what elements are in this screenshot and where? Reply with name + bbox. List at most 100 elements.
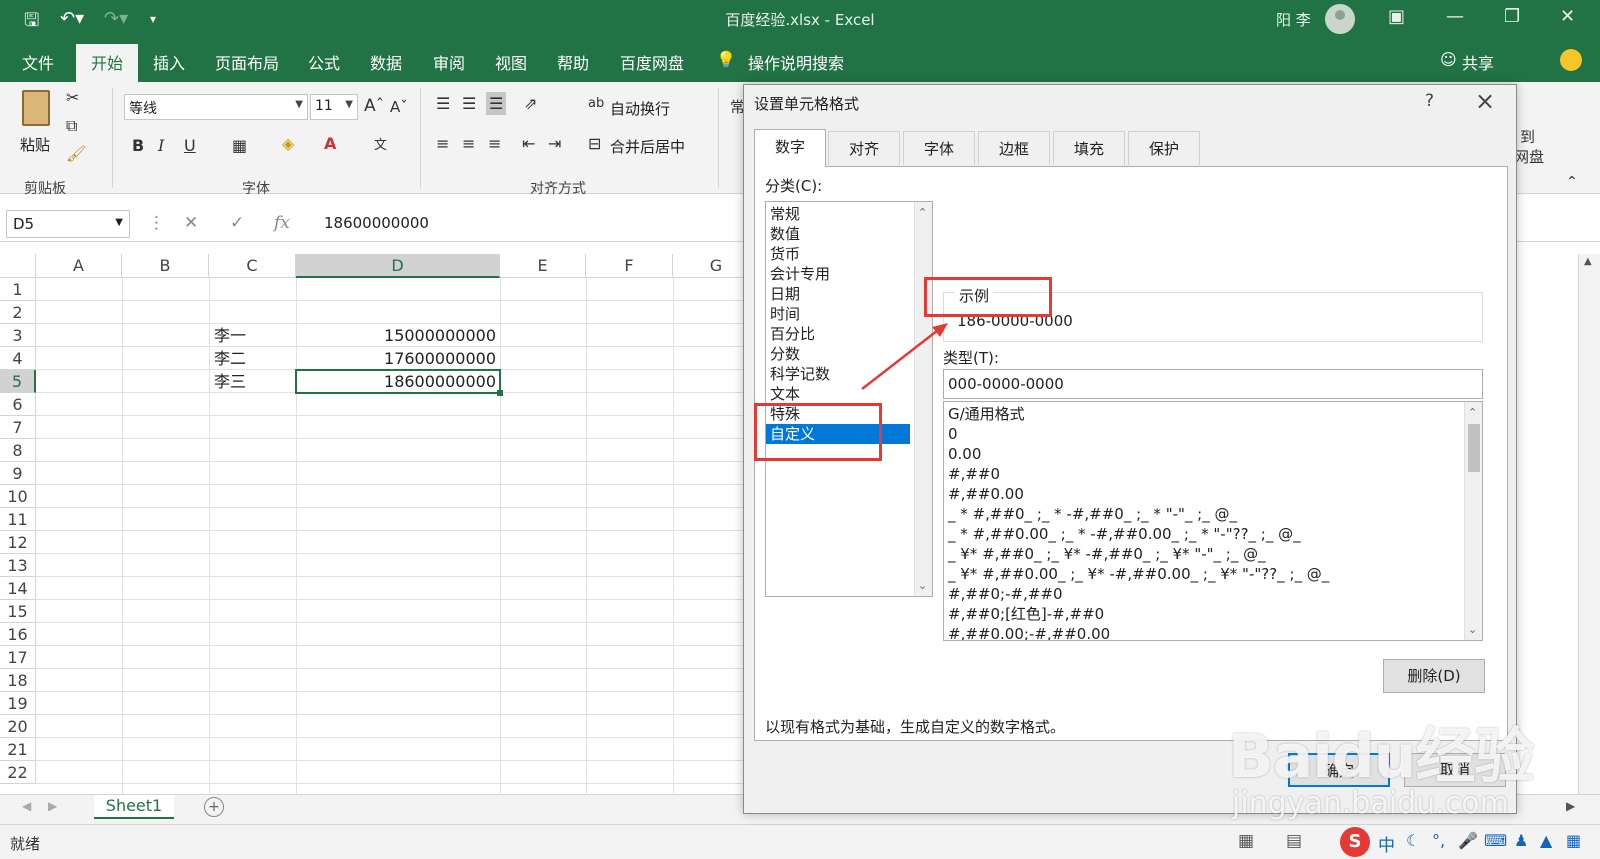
grid-apps-icon[interactable]: ▦ [1566, 831, 1581, 850]
tab-view[interactable]: 视图 [495, 50, 527, 74]
user-group-icon[interactable]: ♟ [1514, 831, 1528, 850]
row-header[interactable]: 19 [0, 692, 36, 715]
paste-button[interactable]: 粘贴 [18, 88, 58, 163]
copy-icon[interactable]: ⧉ [66, 116, 77, 136]
decrease-font-icon[interactable]: Aˇ [390, 98, 408, 116]
keyboard-icon[interactable]: ⌨ [1484, 831, 1507, 850]
row-header[interactable]: 8 [0, 439, 36, 462]
format-code-list[interactable]: G/通用格式 0 0.00 #,##0 #,##0.00 _ * #,##0_ ;_ * … [943, 401, 1483, 641]
add-sheet-icon[interactable]: + [204, 797, 224, 817]
row-header[interactable]: 21 [0, 738, 36, 761]
tab-number[interactable]: 数字 [754, 129, 827, 167]
row-header[interactable]: 22 [0, 761, 36, 784]
border-icon[interactable]: ▦ [232, 136, 247, 155]
tab-insert[interactable]: 插入 [153, 50, 185, 74]
row-header[interactable]: 17 [0, 646, 36, 669]
row-header[interactable]: 9 [0, 462, 36, 485]
share-button[interactable]: 共享 [1462, 50, 1494, 74]
column-header[interactable]: F [586, 254, 673, 278]
tab-home[interactable]: 开始 [76, 44, 139, 82]
increase-indent-icon[interactable]: ⇥ [548, 134, 561, 153]
phonetic-icon[interactable]: 文 [374, 134, 387, 153]
tab-review[interactable]: 审阅 [433, 50, 465, 74]
bold-icon[interactable]: B [132, 136, 144, 155]
user-name[interactable]: 阳 李 [1276, 9, 1311, 30]
align-center-icon[interactable]: ≡ [462, 134, 475, 153]
font-color-icon[interactable]: A [324, 134, 336, 153]
row-header[interactable]: 13 [0, 554, 36, 577]
sogou-ime-icon[interactable]: S [1340, 827, 1370, 857]
align-top-icon[interactable]: ☰ [436, 94, 450, 113]
format-code-item[interactable]: _ * #,##0_ ;_ * -#,##0_ ;_ * "-"_ ;_ @_ [944, 504, 1482, 524]
row-header[interactable]: 1 [0, 278, 36, 301]
next-sheet-icon[interactable]: ▶ [48, 799, 57, 813]
increase-font-icon[interactable]: Aˆ [364, 96, 384, 116]
tab-baidu-netdisk[interactable]: 百度网盘 [620, 50, 684, 74]
row-header[interactable]: 3 [0, 324, 36, 347]
scroll-down-icon[interactable]: ⌄ [918, 579, 927, 592]
format-code-item[interactable]: _ * #,##0.00_ ;_ * -#,##0.00_ ;_ * "-"??… [944, 524, 1482, 544]
scroll-right-icon[interactable]: ▶ [1566, 799, 1575, 813]
cell-C5[interactable]: 李三 [214, 370, 294, 393]
enter-icon[interactable]: ✓ [230, 213, 244, 233]
tab-formulas[interactable]: 公式 [308, 50, 340, 74]
font-size-combo[interactable]: 11 ▼ [310, 94, 358, 120]
align-bottom-icon[interactable]: ☰ [486, 92, 507, 115]
row-header[interactable]: 10 [0, 485, 36, 508]
scrollbar-thumb[interactable] [1468, 424, 1480, 472]
formula-input[interactable]: 18600000000 [324, 214, 429, 232]
format-code-item[interactable]: #,##0.00;-#,##0.00 [944, 624, 1482, 640]
ribbon-display-icon[interactable]: ▣ [1388, 6, 1405, 27]
column-header[interactable]: C [209, 254, 296, 278]
column-header[interactable]: A [36, 254, 122, 278]
row-header[interactable]: 20 [0, 715, 36, 738]
row-header[interactable]: 16 [0, 623, 36, 646]
tab-font[interactable]: 字体 [903, 131, 976, 165]
scroll-up-icon[interactable]: ⌃ [918, 206, 927, 219]
scroll-down-icon[interactable]: ⌄ [1468, 623, 1477, 636]
category-item[interactable]: 日期 [766, 284, 932, 304]
align-left-icon[interactable]: ≡ [436, 134, 449, 153]
font-name-combo[interactable]: 等线 ▼ [124, 94, 308, 120]
shirt-icon[interactable]: ▲ [1540, 831, 1552, 850]
column-header[interactable]: D [296, 254, 500, 278]
row-header[interactable]: 7 [0, 416, 36, 439]
italic-icon[interactable]: I [158, 136, 164, 155]
tab-help[interactable]: 帮助 [557, 50, 589, 74]
prev-sheet-icon[interactable]: ◀ [22, 799, 31, 813]
normal-view-icon[interactable]: ▦ [1238, 831, 1254, 851]
tab-protection[interactable]: 保护 [1128, 131, 1201, 165]
tell-me-search[interactable]: 操作说明搜索 [748, 50, 844, 74]
cancel-icon[interactable]: ✕ [184, 213, 198, 233]
category-item[interactable]: 货币 [766, 244, 932, 264]
tab-fill[interactable]: 填充 [1053, 131, 1126, 165]
cut-icon[interactable]: ✂ [66, 88, 79, 107]
underline-icon[interactable]: U [184, 136, 196, 155]
feedback-smiley-icon[interactable] [1560, 49, 1582, 71]
decrease-indent-icon[interactable]: ⇤ [522, 134, 535, 153]
format-scrollbar[interactable]: ⌃ ⌄ [1464, 402, 1482, 640]
column-header[interactable]: E [500, 254, 586, 278]
format-code-item[interactable]: #,##0;[红色]-#,##0 [944, 604, 1482, 624]
format-code-item[interactable]: 0 [944, 424, 1482, 444]
tab-file[interactable]: 文件 [22, 50, 54, 74]
microphone-icon[interactable]: 🎤 [1458, 831, 1478, 850]
row-header[interactable]: 6 [0, 393, 36, 416]
restore-icon[interactable]: ❐ [1504, 6, 1520, 27]
cell-D4[interactable]: 17600000000 [296, 347, 500, 370]
tab-alignment[interactable]: 对齐 [828, 131, 901, 165]
format-code-item[interactable]: #,##0;-#,##0 [944, 584, 1482, 604]
fill-color-icon[interactable]: ◈ [282, 134, 294, 153]
format-code-item[interactable]: _ ¥* #,##0_ ;_ ¥* -#,##0_ ;_ ¥* "-"_ ;_ … [944, 544, 1482, 564]
row-header[interactable]: 5 [0, 370, 36, 393]
row-header[interactable]: 14 [0, 577, 36, 600]
close-icon[interactable]: × [1475, 87, 1495, 115]
cell-D3[interactable]: 15000000000 [296, 324, 500, 347]
tab-page-layout[interactable]: 页面布局 [215, 50, 279, 74]
type-input[interactable]: 000-0000-0000 [943, 369, 1483, 399]
insert-function-icon[interactable]: fx [274, 213, 290, 233]
orientation-icon[interactable]: ⇗ [524, 94, 537, 113]
cell-C3[interactable]: 李一 [214, 324, 294, 347]
format-code-item[interactable]: 0.00 [944, 444, 1482, 464]
row-header[interactable]: 12 [0, 531, 36, 554]
